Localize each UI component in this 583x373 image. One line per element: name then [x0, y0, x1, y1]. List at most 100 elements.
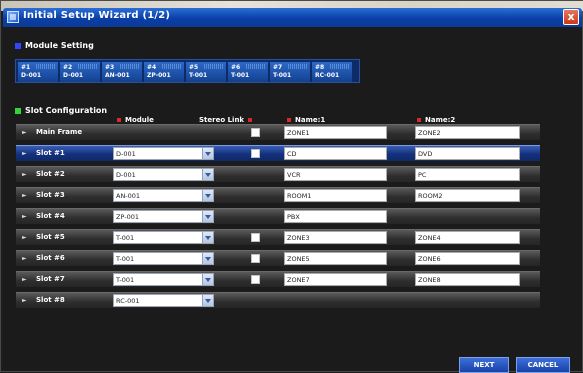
stereo-link-checkbox[interactable]: [251, 149, 260, 158]
slot-row-1[interactable]: ► Slot #1 D-001 CD DVD: [16, 145, 540, 161]
module-cell[interactable]: #1 D-001: [18, 62, 58, 82]
module-select[interactable]: T-001: [113, 231, 214, 244]
module-cell[interactable]: #8 RC-001: [312, 62, 352, 82]
row-expand-arrow-icon: ►: [22, 255, 27, 262]
module-setting-title: Module Setting: [25, 41, 94, 50]
chevron-down-icon[interactable]: [202, 232, 213, 243]
column-header-name1: Name:1: [287, 116, 325, 124]
module-select[interactable]: D-001: [113, 147, 214, 160]
name1-field[interactable]: ZONE3: [284, 231, 387, 244]
module-select-value: AN-001: [116, 192, 141, 200]
module-select-value: T-001: [116, 276, 135, 284]
module-select-value: RC-001: [116, 297, 140, 305]
slot-row-7[interactable]: ► Slot #7 T-001 ZONE7 ZONE8: [16, 271, 540, 287]
chevron-down-icon[interactable]: [202, 211, 213, 222]
name1-field[interactable]: CD: [284, 147, 387, 160]
slot-label: Slot #6: [36, 254, 65, 262]
chevron-down-icon[interactable]: [202, 148, 213, 159]
name2-field[interactable]: ZONE2: [415, 126, 520, 139]
module-model: ZP-001: [147, 72, 171, 79]
name1-value: ZONE5: [287, 255, 310, 263]
module-cell[interactable]: #7 T-001: [270, 62, 310, 82]
name1-field[interactable]: ROOM1: [284, 189, 387, 202]
column-name2-label: Name:2: [425, 116, 456, 124]
column-module-label: Module: [125, 116, 154, 124]
column-header-module: Module: [117, 116, 154, 124]
stereo-link-checkbox[interactable]: [251, 233, 260, 242]
name2-value: ZONE8: [418, 276, 441, 284]
module-select-value: ZP-001: [116, 213, 139, 221]
stereo-link-checkbox[interactable]: [251, 128, 260, 137]
chevron-down-icon[interactable]: [202, 295, 213, 306]
module-select-value: T-001: [116, 234, 135, 242]
module-model: D-001: [21, 72, 42, 79]
module-cell[interactable]: #6 T-001: [228, 62, 268, 82]
required-mark-icon: [417, 118, 421, 122]
wizard-body: Module Setting #1 D-001 #2 D-001 #3 AN-001 …: [3, 27, 582, 373]
name1-value: PBX: [287, 213, 300, 221]
cancel-button[interactable]: CANCEL: [516, 357, 570, 373]
module-model: T-001: [189, 72, 208, 79]
slot-row-2[interactable]: ► Slot #2 D-001 VCR PC: [16, 166, 540, 182]
module-model: AN-001: [105, 72, 130, 79]
stereo-link-checkbox[interactable]: [251, 254, 260, 263]
slot-row-3[interactable]: ► Slot #3 AN-001 ROOM1 ROOM2: [16, 187, 540, 203]
slot-configuration-header: Slot Configuration: [15, 106, 107, 115]
name2-field[interactable]: ZONE8: [415, 273, 520, 286]
module-select[interactable]: AN-001: [113, 189, 214, 202]
module-num: #6: [231, 64, 241, 71]
name2-field[interactable]: ZONE6: [415, 252, 520, 265]
name2-field[interactable]: DVD: [415, 147, 520, 160]
chevron-down-icon[interactable]: [202, 169, 213, 180]
slot-row-main-frame[interactable]: ► Main Frame ZONE1 ZONE2: [16, 124, 540, 140]
chevron-down-icon[interactable]: [202, 274, 213, 285]
module-cell[interactable]: #5 T-001: [186, 62, 226, 82]
slot-row-8[interactable]: ► Slot #8 RC-001: [16, 292, 540, 308]
row-expand-arrow-icon: ►: [22, 171, 27, 178]
name1-field[interactable]: ZONE5: [284, 252, 387, 265]
row-expand-arrow-icon: ►: [22, 276, 27, 283]
module-model: T-001: [273, 72, 292, 79]
name2-field[interactable]: ZONE4: [415, 231, 520, 244]
slot-row-5[interactable]: ► Slot #5 T-001 ZONE3 ZONE4: [16, 229, 540, 245]
module-num: #7: [273, 64, 283, 71]
module-num: #8: [315, 64, 325, 71]
module-setting-strip: #1 D-001 #2 D-001 #3 AN-001 #4 ZP-001 #5 T-00…: [15, 59, 360, 83]
stereo-link-checkbox[interactable]: [251, 275, 260, 284]
column-name1-label: Name:1: [295, 116, 326, 124]
module-cell[interactable]: #2 D-001: [60, 62, 100, 82]
slot-label: Slot #7: [36, 275, 65, 283]
slot-configuration-marker-icon: [15, 107, 21, 114]
module-cell[interactable]: #4 ZP-001: [144, 62, 184, 82]
slot-row-4[interactable]: ► Slot #4 ZP-001 PBX: [16, 208, 540, 224]
name2-value: ROOM2: [418, 192, 443, 200]
module-select[interactable]: RC-001: [113, 294, 214, 307]
name1-field[interactable]: ZONE7: [284, 273, 387, 286]
window-title: Initial Setup Wizard (1/2): [23, 10, 171, 21]
column-stereo-label: Stereo Link: [199, 116, 245, 124]
module-setting-header: Module Setting: [15, 41, 94, 50]
name2-value: ZONE2: [418, 129, 441, 137]
module-select[interactable]: ZP-001: [113, 210, 214, 223]
module-cell[interactable]: #3 AN-001: [102, 62, 142, 82]
name1-value: ROOM1: [287, 192, 312, 200]
name2-field[interactable]: ROOM2: [415, 189, 520, 202]
name1-field[interactable]: ZONE1: [284, 126, 387, 139]
module-select[interactable]: T-001: [113, 273, 214, 286]
name1-value: CD: [287, 150, 297, 158]
next-button[interactable]: NEXT: [459, 357, 509, 373]
name1-field[interactable]: VCR: [284, 168, 387, 181]
title-bar[interactable]: Initial Setup Wizard (1/2) x: [3, 8, 582, 27]
chevron-down-icon[interactable]: [202, 253, 213, 264]
row-expand-arrow-icon: ►: [22, 150, 27, 157]
module-select[interactable]: T-001: [113, 252, 214, 265]
chevron-down-icon[interactable]: [202, 190, 213, 201]
name1-field[interactable]: PBX: [284, 210, 387, 223]
module-select-value: D-001: [116, 171, 136, 179]
name2-field[interactable]: PC: [415, 168, 520, 181]
module-select-value: T-001: [116, 255, 135, 263]
module-select[interactable]: D-001: [113, 168, 214, 181]
close-button[interactable]: x: [563, 9, 579, 25]
slot-row-6[interactable]: ► Slot #6 T-001 ZONE5 ZONE6: [16, 250, 540, 266]
row-expand-arrow-icon: ►: [22, 213, 27, 220]
